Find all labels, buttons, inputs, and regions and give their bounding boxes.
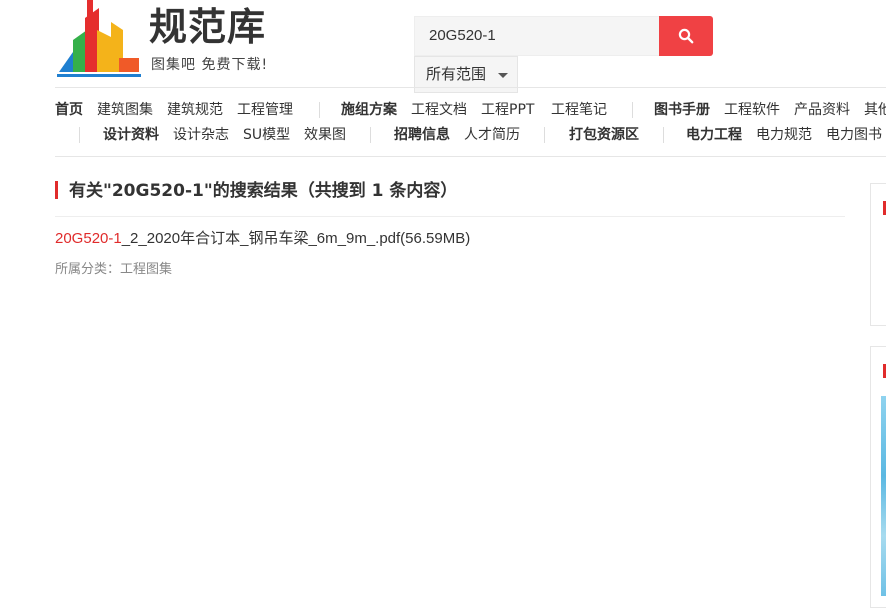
caret-down-icon <box>498 73 508 78</box>
sidebar-panel <box>870 183 886 326</box>
logo-title: 规范库 <box>149 5 267 49</box>
nav-design-materials[interactable]: 设计资料 <box>103 125 159 145</box>
nav-power-engineering[interactable]: 电力工程 <box>686 125 742 145</box>
result-keyword-highlight: 20G520-1 <box>55 230 122 247</box>
nav-construction-plans[interactable]: 施组方案 <box>341 100 397 120</box>
secondary-nav: 设计资料 设计杂志 SU模型 效果图 招聘信息 人才简历 打包资源区 电力工程 … <box>55 125 886 145</box>
nav-power-codes[interactable]: 电力规范 <box>756 125 812 145</box>
result-title-rest: _2_2020年合订本_钢吊车梁_6m_9m_.pdf(56.59MB) <box>121 230 471 247</box>
nav-other[interactable]: 其他 <box>864 100 886 120</box>
nav-separator <box>319 102 320 118</box>
header-divider <box>55 87 886 88</box>
nav-project-management[interactable]: 工程管理 <box>237 100 293 120</box>
search-scope-label: 所有范围 <box>426 65 487 83</box>
nav-project-ppt[interactable]: 工程PPT <box>481 100 534 120</box>
site-logo[interactable]: 规范库 图集吧 免费下载! <box>57 0 287 80</box>
nav-separator <box>544 127 545 143</box>
results-divider <box>55 216 845 217</box>
nav-resumes[interactable]: 人才简历 <box>464 125 520 145</box>
nav-job-postings[interactable]: 招聘信息 <box>394 125 450 145</box>
nav-product-info[interactable]: 产品资料 <box>794 100 850 120</box>
nav-project-software[interactable]: 工程软件 <box>724 100 780 120</box>
main-nav: 首页 建筑图集 建筑规范 工程管理 施组方案 工程文档 工程PPT 工程笔记 图… <box>55 100 886 120</box>
search-icon <box>678 28 694 44</box>
nav-separator <box>632 102 633 118</box>
logo-buildings-icon <box>57 0 141 77</box>
nav-power-books[interactable]: 电力图书 <box>826 125 882 145</box>
search-button[interactable] <box>659 16 713 56</box>
sidebar-image[interactable] <box>881 396 886 596</box>
nav-divider <box>55 156 886 157</box>
nav-su-models[interactable]: SU模型 <box>243 125 290 145</box>
nav-building-codes[interactable]: 建筑规范 <box>167 100 223 120</box>
result-category: 所属分类：工程图集 <box>55 262 173 277</box>
nav-home[interactable]: 首页 <box>55 100 83 120</box>
nav-building-atlas[interactable]: 建筑图集 <box>97 100 153 120</box>
results-heading-text: 有关"20G520-1"的搜索结果（共搜到 1 条内容） <box>69 181 458 201</box>
heading-accent-bar <box>55 181 58 199</box>
nav-project-docs[interactable]: 工程文档 <box>411 100 467 120</box>
nav-separator <box>79 127 80 143</box>
logo-slogan: 图集吧 免费下载! <box>151 57 269 73</box>
nav-project-notes[interactable]: 工程笔记 <box>551 100 607 120</box>
nav-separator <box>370 127 371 143</box>
nav-renderings[interactable]: 效果图 <box>304 125 346 145</box>
nav-separator <box>663 127 664 143</box>
search-input[interactable]: 20G520-1 <box>414 16 659 56</box>
nav-design-magazines[interactable]: 设计杂志 <box>173 125 229 145</box>
nav-book-manuals[interactable]: 图书手册 <box>654 100 710 120</box>
nav-bundle-area[interactable]: 打包资源区 <box>569 125 639 145</box>
result-link[interactable]: 20G520-1_2_2020年合订本_钢吊车梁_6m_9m_.pdf(56.5… <box>55 228 470 250</box>
